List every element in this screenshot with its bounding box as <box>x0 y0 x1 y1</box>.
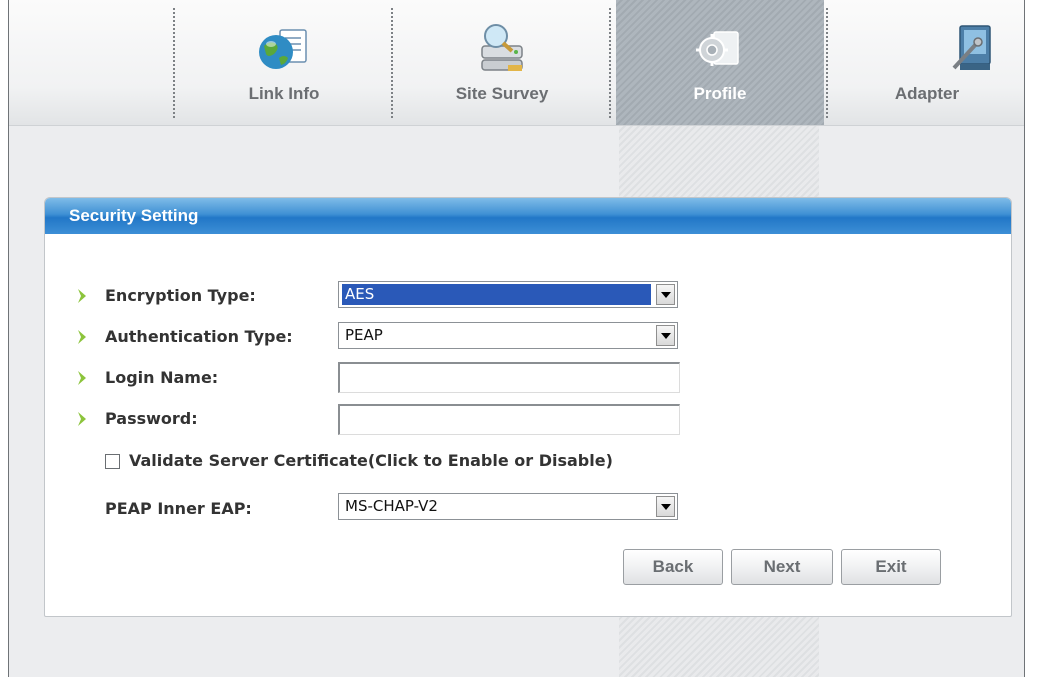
nav-divider <box>609 8 611 118</box>
chevron-down-icon[interactable] <box>656 284 675 305</box>
encryption-type-value: AES <box>342 284 651 305</box>
app-window: Link Info Site Survey Profile Adapter Se… <box>8 0 1025 677</box>
globe-document-icon <box>259 29 307 69</box>
encryption-type-select[interactable]: AES <box>338 281 678 308</box>
tab-profile[interactable]: Profile <box>616 0 824 125</box>
validate-certificate-checkbox[interactable] <box>105 454 120 469</box>
bullet-arrow-icon <box>78 371 86 385</box>
chevron-down-icon[interactable] <box>656 496 675 517</box>
network-search-icon <box>481 24 523 71</box>
chevron-down-icon[interactable] <box>656 325 675 346</box>
password-label: Password: <box>105 409 198 428</box>
nav-divider <box>173 8 175 118</box>
top-navigation-bar: Link Info Site Survey Profile Adapter <box>9 0 1024 126</box>
peap-inner-eap-select[interactable]: MS-CHAP-V2 <box>338 493 678 520</box>
nav-divider <box>826 8 828 118</box>
nav-divider <box>391 8 393 118</box>
bullet-arrow-icon <box>78 412 86 426</box>
authentication-type-select[interactable]: PEAP <box>338 322 678 349</box>
tab-site-survey[interactable]: Site Survey <box>397 0 607 125</box>
back-button[interactable]: Back <box>623 549 723 585</box>
tab-label: Link Info <box>248 84 320 103</box>
panel-title: Security Setting <box>45 198 1011 234</box>
encryption-type-label: Encryption Type: <box>105 286 256 305</box>
adapter-card-icon <box>952 25 991 70</box>
login-name-label: Login Name: <box>105 368 219 387</box>
authentication-type-value: PEAP <box>345 326 383 344</box>
tab-label: Adapter <box>894 84 960 103</box>
next-button[interactable]: Next <box>731 549 833 585</box>
gear-document-icon <box>696 31 739 66</box>
validate-certificate-label[interactable]: Validate Server Certificate(Click to Ena… <box>129 451 613 470</box>
password-field[interactable] <box>338 404 680 435</box>
peap-inner-eap-label: PEAP Inner EAP: <box>105 499 252 518</box>
tab-label: Profile <box>693 84 747 103</box>
exit-button[interactable]: Exit <box>841 549 941 585</box>
authentication-type-label: Authentication Type: <box>105 327 293 346</box>
tab-link-info[interactable]: Link Info <box>179 0 389 125</box>
tab-adapter[interactable]: Adapter <box>832 0 1022 125</box>
bullet-arrow-icon <box>78 330 86 344</box>
security-setting-panel: Security Setting Encryption Type: AES Au… <box>44 197 1012 617</box>
bullet-arrow-icon <box>78 289 86 303</box>
peap-inner-eap-value: MS-CHAP-V2 <box>345 497 438 515</box>
login-name-field[interactable] <box>338 362 680 393</box>
tab-label: Site Survey <box>455 84 549 103</box>
